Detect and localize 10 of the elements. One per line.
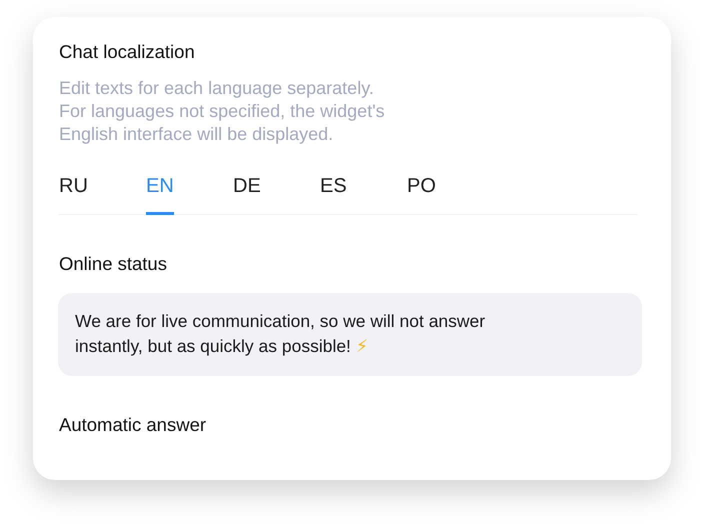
language-tab[interactable]: DE (233, 174, 320, 214)
language-tab[interactable]: RU (59, 174, 146, 214)
section-heading: Automatic answer (59, 413, 208, 437)
message-text: We are for live communication, so we will not answer instantly, but as quickly as possible! ⚡ (75, 310, 486, 359)
description-text: Edit texts for each language separately. For languages not specified, the widget's English interface will be displayed. (59, 77, 386, 146)
language-tab[interactable]: PO (407, 174, 494, 214)
section-heading: Online status (59, 252, 168, 276)
language-tab[interactable]: ES (320, 174, 407, 214)
message-field[interactable]: We are for live communication, so we will not answer instantly, but as quickly as possible! ⚡ (58, 293, 642, 376)
card-title: Chat localization (59, 40, 196, 64)
